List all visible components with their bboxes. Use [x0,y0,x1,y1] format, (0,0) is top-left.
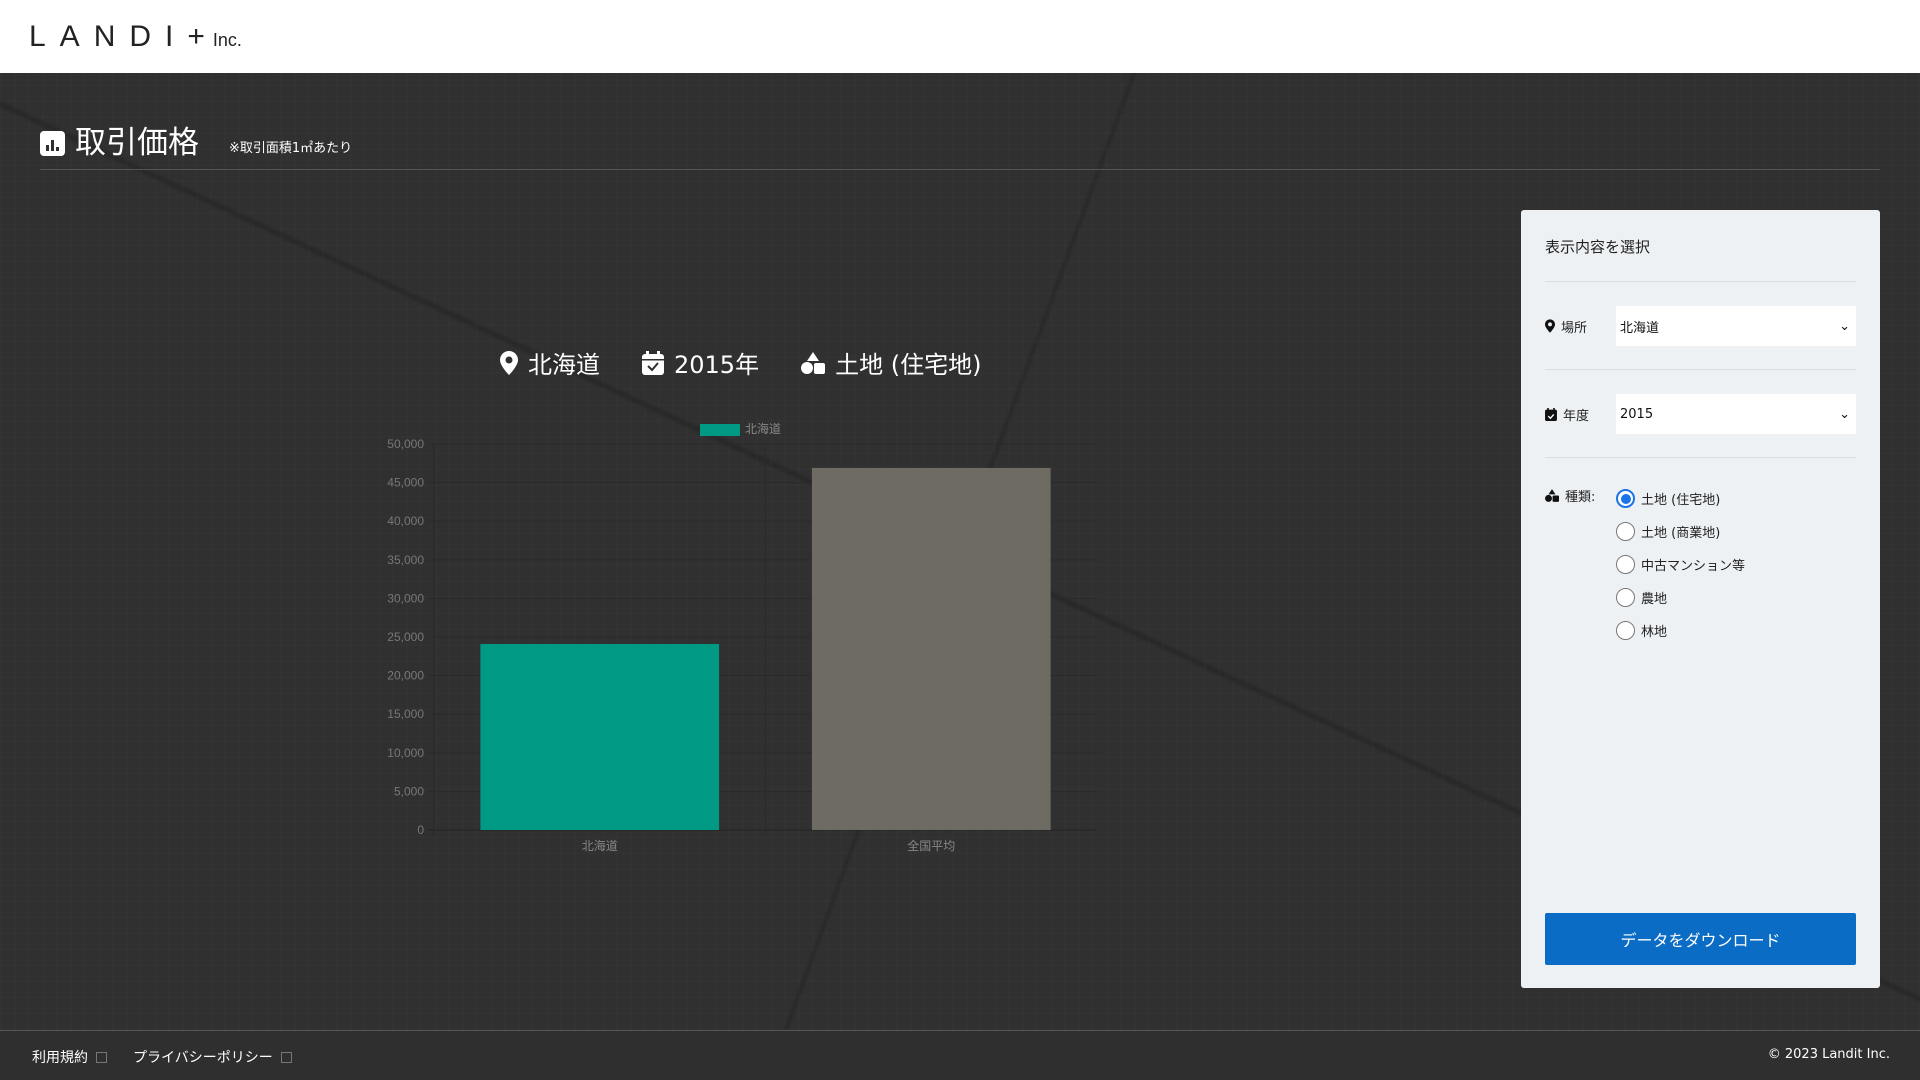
bar-0 [480,643,720,830]
legend-swatch [700,424,740,436]
radio-button[interactable] [1616,489,1635,508]
y-tick-label: 35,000 [387,553,424,567]
privacy-label: プライバシーポリシー [133,1050,273,1066]
panel-title: 表示内容を選択 [1545,238,1651,256]
shapes-icon [1545,489,1559,502]
y-tick-label: 0 [417,823,424,837]
y-tick-label: 40,000 [387,514,424,528]
external-link-icon [280,1051,292,1063]
type-label: 種類: [1565,490,1596,505]
radio-label: 林地 [1641,625,1668,640]
legend-label: 北海道 [745,421,781,436]
year-label: 年度 [1563,408,1590,424]
y-tick-label: 15,000 [387,707,424,721]
year-select[interactable]: 2015 ⌄ [1616,394,1856,434]
radio-residential[interactable]: 土地 (住宅地) [1616,482,1745,515]
header: LANDI+Inc. [0,0,1920,73]
x-tick-label: 全国平均 [907,838,955,853]
privacy-link[interactable]: プライバシーポリシー [133,1047,292,1067]
external-link-icon [96,1051,107,1063]
radio-label: 農地 [1641,592,1668,607]
radio-label: 土地 (住宅地) [1641,493,1721,508]
y-tick-label: 25,000 [387,630,424,644]
calendar-check-icon [1545,407,1557,421]
filter-panel: 表示内容を選択 場所 北海道 ⌄ 年度 2015 ⌄ 種類: 土地 (住宅地) 土地… [1521,210,1880,988]
radio-button[interactable] [1616,588,1635,607]
bar-1 [811,467,1051,830]
y-tick-label: 30,000 [387,591,424,605]
bar-chart: 0 5,000 10,000 15,000 20,000 25,000 30,000 35,0… [387,421,1097,853]
radio-button[interactable] [1616,522,1635,541]
terms-link[interactable]: 利用規約 [32,1047,107,1067]
y-tick-label: 50,000 [387,437,424,451]
location-value: 北海道 [1620,320,1660,336]
radio-button[interactable] [1616,621,1635,640]
map-pin-icon [1545,319,1555,333]
divider [1545,457,1856,458]
chevron-down-icon: ⌄ [1839,406,1850,422]
year-value: 2015 [1620,406,1654,422]
y-tick-label: 45,000 [387,476,424,490]
y-tick-label: 5,000 [394,784,424,798]
footer: 利用規約 プライバシーポリシー © 2023 Landit Inc. [0,1030,1920,1080]
terms-label: 利用規約 [32,1050,88,1066]
copyright: © 2023 Landit Inc. [1767,1047,1890,1062]
radio-label: 土地 (商業地) [1641,526,1721,541]
divider [1545,281,1856,282]
y-tick-label: 10,000 [387,746,424,760]
location-select[interactable]: 北海道 ⌄ [1616,306,1856,346]
location-label: 場所 [1561,320,1588,336]
radio-commercial[interactable]: 土地 (商業地) [1616,515,1745,548]
radio-label: 中古マンション等 [1641,559,1746,574]
y-tick-label: 20,000 [387,669,424,683]
type-radio-group: 土地 (住宅地) 土地 (商業地) 中古マンション等 農地 林地 [1616,482,1745,647]
logo-text: LANDI+ [29,20,219,53]
main-section: 取引価格 ※取引面積1㎡あたり 北海道 2015年 土地 (住宅地) 0 5,00… [0,73,1920,1030]
download-button[interactable]: データをダウンロード [1545,913,1856,965]
radio-button[interactable] [1616,555,1635,574]
radio-used-condo[interactable]: 中古マンション等 [1616,548,1745,581]
x-tick-label: 北海道 [582,838,618,853]
divider [1545,369,1856,370]
logo[interactable]: LANDI+Inc. [29,20,242,54]
logo-suffix: Inc. [212,30,242,50]
chevron-down-icon: ⌄ [1839,318,1850,334]
radio-farmland[interactable]: 農地 [1616,581,1745,614]
radio-forest[interactable]: 林地 [1616,614,1745,647]
